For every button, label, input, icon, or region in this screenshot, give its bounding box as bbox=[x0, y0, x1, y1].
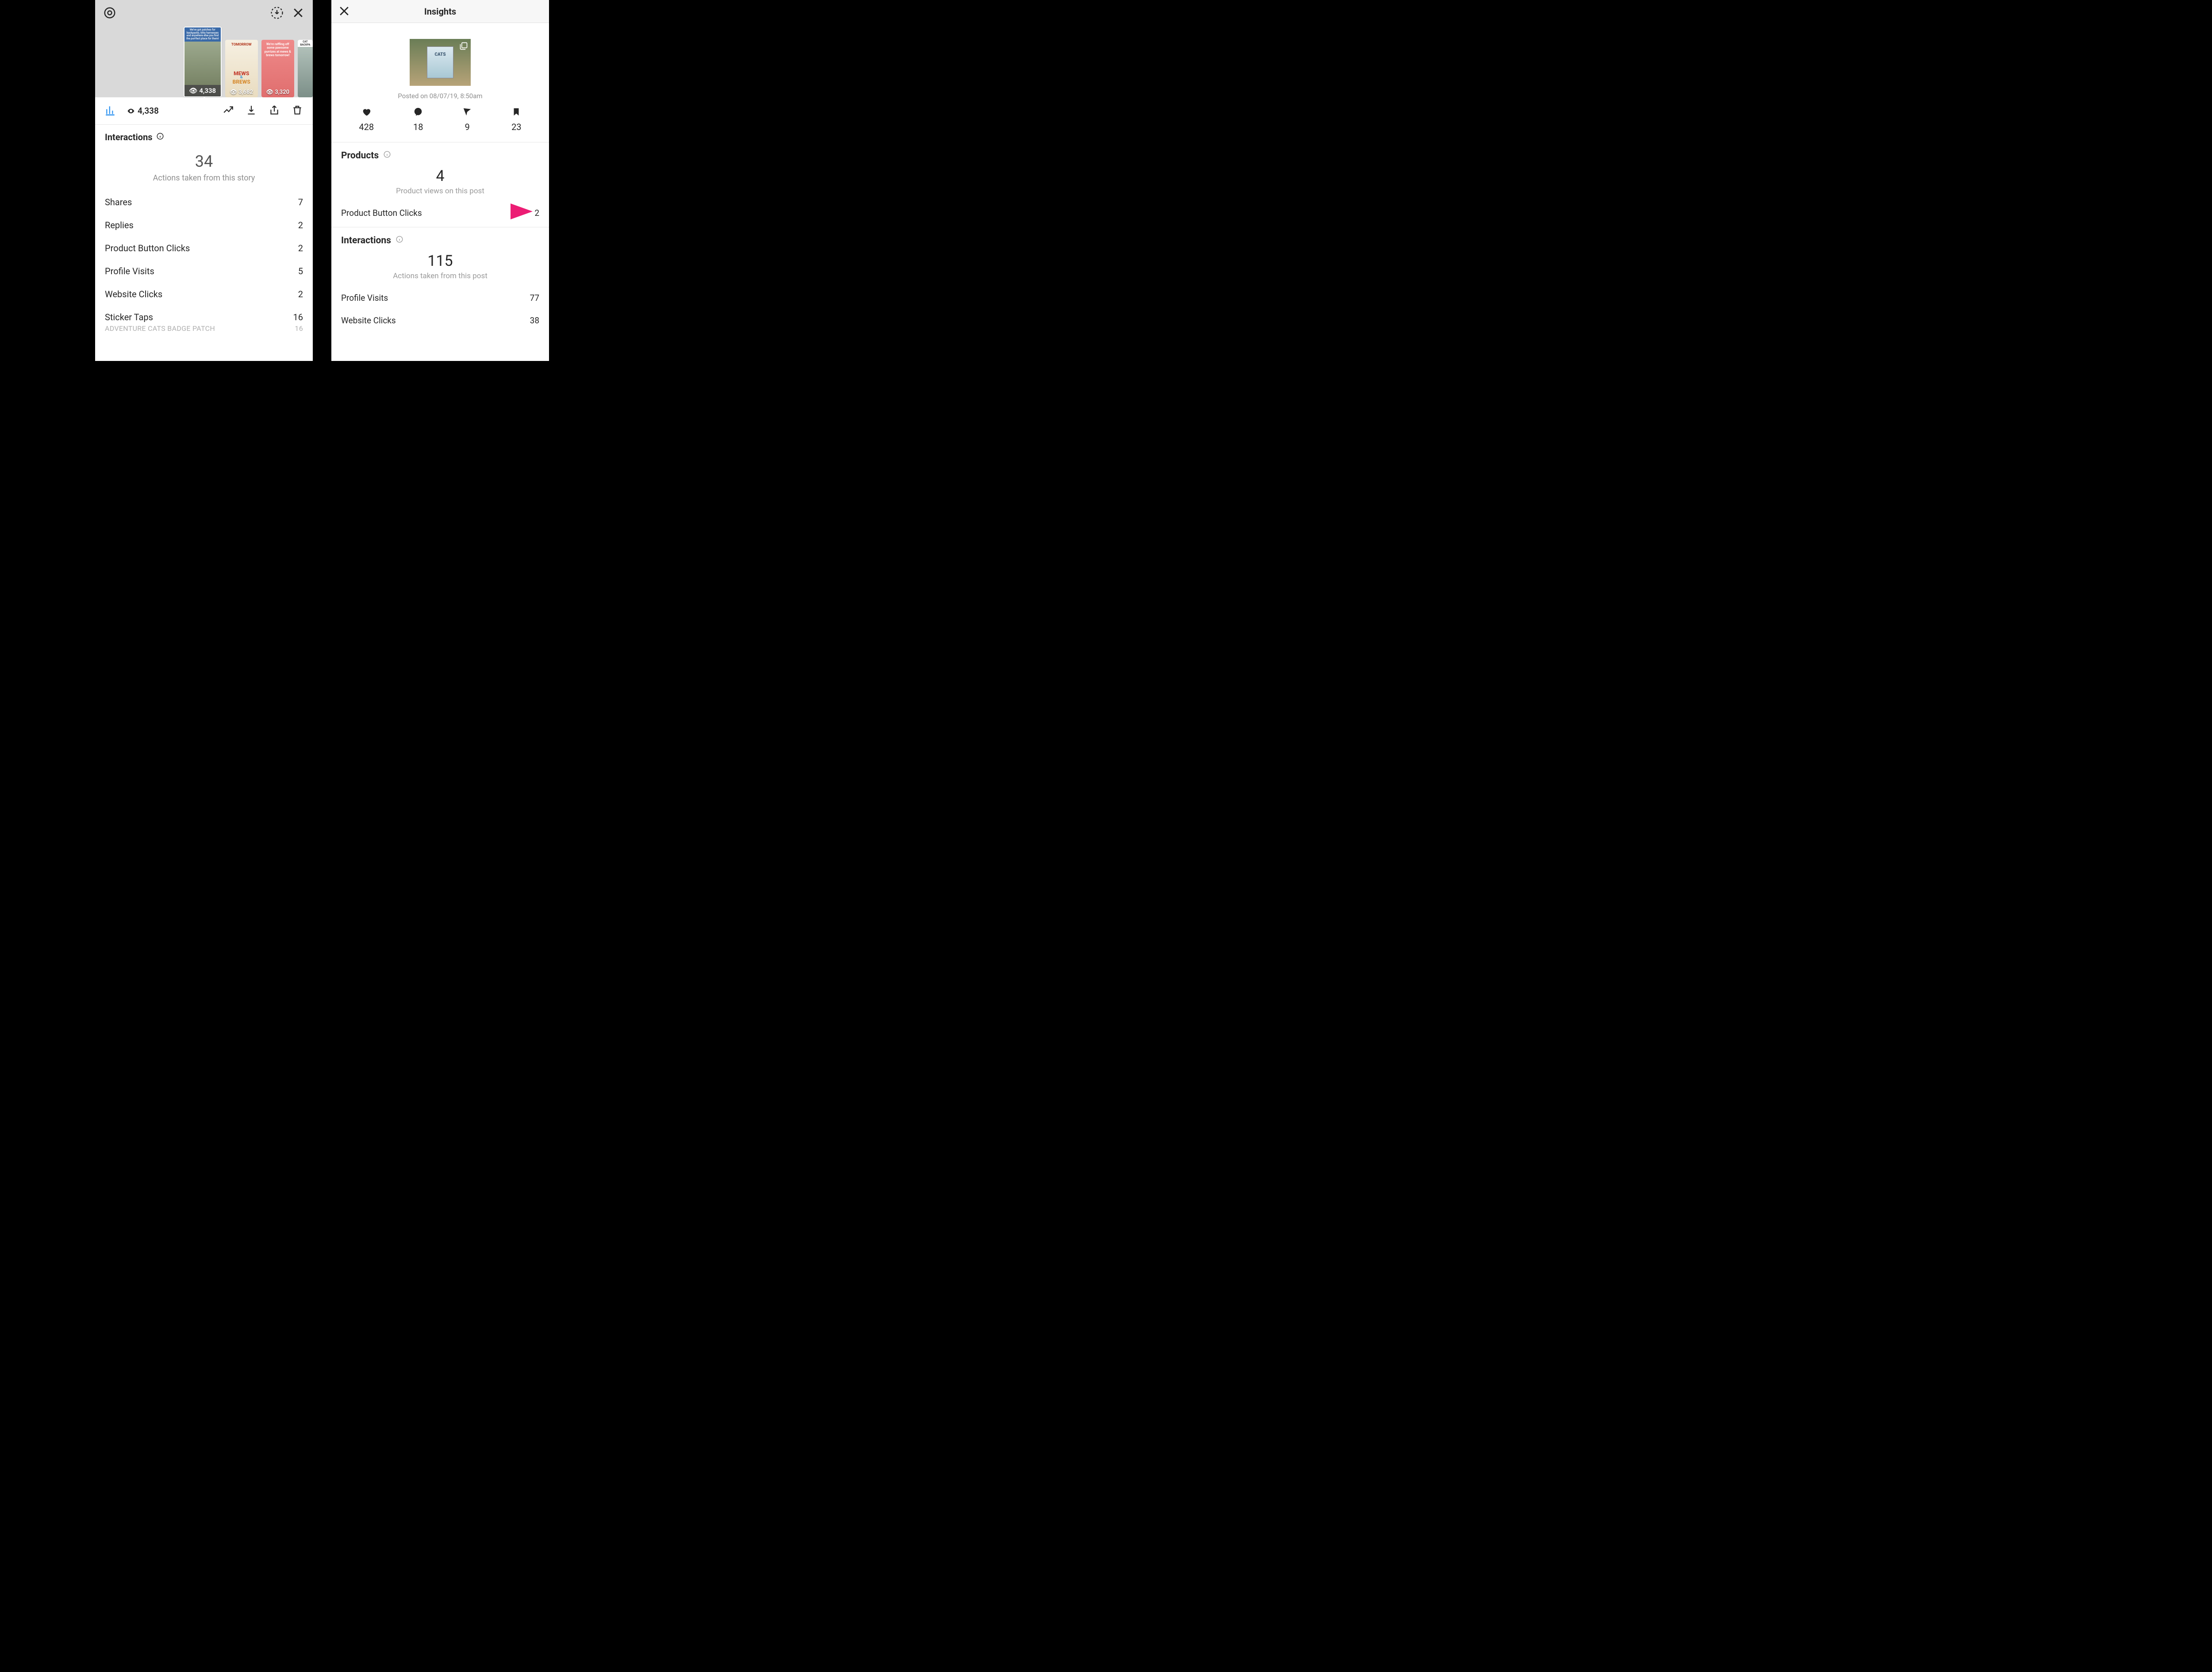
shares-count: 9 bbox=[462, 107, 472, 132]
story-overlay-text: CAT BACKPA bbox=[298, 40, 313, 47]
story-insights-panel: We've got patches for backpacks, kitty h… bbox=[95, 0, 313, 361]
story-thumbnail[interactable]: TOMORROW MEWS&BREWS 👁 3,682 bbox=[225, 40, 258, 97]
posted-timestamp: Posted on 08/07/19, 8:50am bbox=[331, 86, 549, 104]
metric-sticker-taps: Sticker Taps16 bbox=[95, 306, 313, 324]
story-overlay-text: We're raffling off some pawsome purrizes… bbox=[263, 42, 292, 58]
saves-count: 23 bbox=[511, 107, 521, 132]
sticker-tap-detail: ADVENTURE CATS BADGE PATCH16 bbox=[95, 324, 313, 335]
story-overlay-text: MEWS&BREWS bbox=[225, 70, 258, 85]
close-icon[interactable] bbox=[292, 6, 305, 21]
products-total: 4 bbox=[331, 161, 549, 185]
annotation-arrow bbox=[294, 236, 313, 261]
promote-icon[interactable] bbox=[223, 104, 234, 118]
metric-replies: Replies2 bbox=[95, 214, 313, 237]
post-insights-panel: Insights Posted on 08/07/19, 8:50am 428 … bbox=[331, 0, 549, 361]
products-heading: Products bbox=[331, 142, 549, 161]
metric-website-clicks: Website Clicks2 bbox=[95, 283, 313, 306]
story-thumbnail-active[interactable]: We've got patches for backpacks, kitty h… bbox=[184, 27, 222, 97]
active-story-caret bbox=[200, 97, 209, 102]
stories-row[interactable]: We've got patches for backpacks, kitty h… bbox=[95, 27, 313, 97]
close-icon[interactable] bbox=[338, 4, 351, 19]
likes-count: 428 bbox=[359, 107, 374, 132]
info-icon[interactable] bbox=[383, 150, 391, 161]
download-icon[interactable] bbox=[246, 104, 257, 118]
engagement-row: 428 18 9 23 bbox=[331, 104, 549, 142]
comment-icon bbox=[413, 107, 423, 119]
metric-website-clicks: Website Clicks38 bbox=[331, 309, 549, 332]
post-image-placeholder bbox=[427, 46, 453, 78]
send-icon bbox=[462, 107, 472, 119]
comments-count: 18 bbox=[413, 107, 423, 132]
story-views-count: 4,338 bbox=[127, 106, 159, 116]
story-banner: We've got patches for backpacks, kitty h… bbox=[184, 27, 221, 42]
metric-product-button-clicks: Product Button Clicks2 bbox=[331, 202, 549, 224]
carousel-icon bbox=[459, 42, 468, 52]
bookmark-icon bbox=[511, 107, 521, 119]
insights-header: Insights bbox=[331, 0, 549, 23]
heart-icon bbox=[361, 107, 371, 119]
story-views-badge: 👁 4,338 bbox=[184, 85, 221, 96]
interactions-subtitle: Actions taken from this story bbox=[95, 171, 313, 191]
interactions-heading: Interactions bbox=[331, 227, 549, 246]
save-download-icon[interactable] bbox=[270, 6, 284, 21]
interactions-total: 34 bbox=[95, 142, 313, 171]
interactions-subtitle: Actions taken from this post bbox=[331, 270, 549, 287]
insights-bar-icon[interactable] bbox=[105, 104, 116, 118]
trash-icon[interactable] bbox=[292, 104, 303, 118]
interactions-heading: Interactions bbox=[95, 125, 313, 142]
insights-title: Insights bbox=[424, 6, 456, 17]
metric-shares: Shares7 bbox=[95, 191, 313, 214]
settings-icon[interactable] bbox=[103, 6, 116, 21]
share-icon[interactable] bbox=[269, 104, 280, 118]
metric-profile-visits: Profile Visits5 bbox=[95, 260, 313, 283]
info-icon[interactable] bbox=[156, 132, 164, 142]
story-views-badge: 👁 3,320 bbox=[261, 89, 294, 96]
story-views-badge: 👁 3,682 bbox=[225, 89, 258, 96]
post-thumbnail[interactable] bbox=[410, 39, 471, 86]
story-thumbnail-partial[interactable]: CAT BACKPA bbox=[298, 40, 313, 97]
products-subtitle: Product views on this post bbox=[331, 185, 549, 202]
interactions-total: 115 bbox=[331, 246, 549, 270]
story-carousel-area: We've got patches for backpacks, kitty h… bbox=[95, 0, 313, 97]
metric-product-button-clicks: Product Button Clicks2 bbox=[95, 237, 313, 260]
info-icon[interactable] bbox=[396, 235, 403, 246]
annotation-arrow bbox=[444, 199, 533, 224]
story-thumbnail[interactable]: We're raffling off some pawsome purrizes… bbox=[261, 40, 294, 97]
story-overlay-text: TOMORROW bbox=[225, 42, 258, 46]
metric-profile-visits: Profile Visits77 bbox=[331, 287, 549, 309]
